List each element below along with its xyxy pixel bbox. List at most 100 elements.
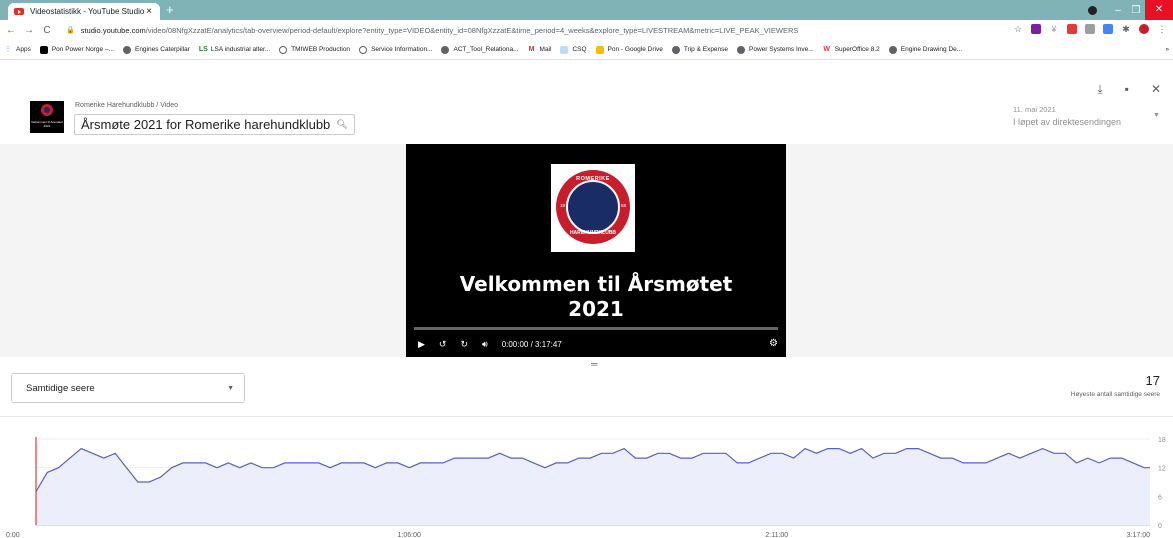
bookmark-item[interactable]: LS LSA industrial alter...	[199, 46, 270, 54]
pdf-extension-icon[interactable]	[1067, 24, 1077, 34]
new-tab-button[interactable]: +	[166, 2, 174, 17]
logo-ring-right-text: 58	[620, 203, 626, 208]
y-tick-label: 18	[1158, 437, 1166, 444]
url-path: /video/08NfgXzzatE/analytics/tab-overvie…	[145, 25, 799, 35]
maximize-icon[interactable]: ❐	[1127, 5, 1145, 16]
x-tick-label: 0:00	[6, 532, 20, 538]
browser-tab-bar: Videostatistikk - YouTube Studio × + – ❐…	[0, 0, 1173, 20]
globe-icon	[737, 45, 746, 54]
bookmarks-more[interactable]: »	[1165, 46, 1169, 53]
video-frame-title-line2: 2021	[568, 297, 624, 321]
y-tick-label: 12	[1158, 466, 1166, 473]
extension-icons: ☆ ¥ ✱ ⋮	[1013, 24, 1167, 34]
resize-handle[interactable]: ═	[591, 359, 597, 369]
profile-icon[interactable]	[1088, 5, 1097, 15]
bookmark-item[interactable]: Power Systems Inve...	[737, 45, 814, 54]
player-controls: ▶ ↺ ↻ 🔊︎ 0:00:00 / 3:17:47	[418, 339, 562, 350]
bookmark-item[interactable]: Engine Drawing De...	[888, 45, 962, 54]
feedback-icon[interactable]: ▪	[1125, 82, 1129, 97]
pon-icon	[39, 45, 48, 54]
metric-selected: Samtidige seere	[26, 382, 95, 394]
tab-title: Videostatistikk - YouTube Studio	[30, 7, 144, 16]
bookmark-item[interactable]: Pon - Google Drive	[595, 45, 663, 54]
video-player[interactable]: ROMERIKE 19 58 HAREHUNDKLUBB Velkommen t…	[406, 144, 786, 357]
globe-icon	[441, 45, 450, 54]
breadcrumb[interactable]: Romerike Harehundklubb / Video	[75, 102, 178, 109]
volume-icon[interactable]: 🔊︎	[482, 339, 488, 350]
globe-icon	[122, 45, 131, 54]
video-frame-title: Velkommen til Årsmøtet 2021	[406, 272, 786, 322]
video-title: Årsmøte 2021 for Romerike harehundklubb	[81, 117, 331, 132]
bookmark-item[interactable]: M Mail	[528, 46, 552, 54]
forward-icon[interactable]: →	[22, 25, 36, 36]
globe-icon	[888, 45, 897, 54]
address-bar-row: ← → C 🔒 studio.youtube.com/video/08NfgXz…	[0, 20, 1173, 40]
tab-close-icon[interactable]: ×	[144, 6, 154, 17]
kpi-value: 17	[1145, 373, 1160, 388]
bookmark-item[interactable]: TMIWEB Production	[279, 45, 350, 54]
puzzle-icon[interactable]: ✱	[1121, 24, 1131, 34]
download-icon[interactable]: ⤓	[1097, 82, 1102, 97]
bookmark-item[interactable]: ACT_Tool_Relationa...	[441, 45, 519, 54]
kpi-label: Høyeste antall samtidige seere	[1070, 391, 1160, 398]
video-title-selector[interactable]: Årsmøte 2021 for Romerike harehundklubb …	[74, 114, 355, 135]
close-window-icon[interactable]: ✕	[1145, 0, 1173, 20]
menu-icon[interactable]: ⋮	[1157, 24, 1167, 34]
period-date: 11. mai 2021	[1013, 105, 1056, 114]
web-icon	[359, 45, 368, 54]
x-tick-label: 3:17:00	[1127, 532, 1150, 538]
progress-bar[interactable]	[414, 327, 778, 330]
forward-icon[interactable]: ↻	[460, 339, 468, 350]
profile-avatar-icon[interactable]	[1139, 24, 1149, 34]
search-icon[interactable]: 🔍︎	[336, 119, 347, 130]
thumbnail-logo	[41, 104, 53, 116]
apps-grid-icon: ⋮	[4, 45, 12, 53]
chevron-down-icon[interactable]: ▼	[1153, 112, 1160, 119]
club-logo: ROMERIKE 19 58 HAREHUNDKLUBB	[551, 164, 635, 252]
logo-ring-left-text: 19	[560, 203, 566, 208]
metric-dropdown[interactable]: Samtidige seere ▼	[11, 373, 245, 403]
video-thumbnail[interactable]: Velkommen til Årsmøtet 2021	[30, 101, 64, 133]
back-icon[interactable]: ←	[4, 25, 18, 36]
extension-icon[interactable]: ¥	[1049, 24, 1059, 34]
logo-ring: ROMERIKE 19 58 HAREHUNDKLUBB	[556, 170, 630, 244]
minimize-icon[interactable]: –	[1109, 5, 1127, 16]
gear-icon[interactable]: ⚙	[769, 338, 778, 349]
extension-icon[interactable]	[1085, 24, 1095, 34]
youtube-icon	[14, 8, 24, 15]
reload-icon[interactable]: C	[40, 25, 54, 36]
bookmark-item[interactable]: Service Information...	[359, 45, 432, 54]
bookmark-apps[interactable]: ⋮ Apps	[4, 46, 31, 54]
divider	[0, 416, 1173, 417]
ls-icon: LS	[198, 45, 208, 53]
google-drive-icon	[595, 45, 604, 54]
superoffice-icon: W	[823, 45, 830, 53]
y-tick-label: 6	[1158, 494, 1162, 501]
gmail-icon: M	[528, 45, 535, 53]
bookmark-item[interactable]: Trip & Expense	[671, 45, 728, 54]
doc-icon	[560, 45, 569, 54]
header-actions: ⤓ ▪ ✕	[1097, 82, 1161, 97]
chevron-down-icon: ▼	[227, 384, 234, 392]
logo-ring-bottom-text: HAREHUNDKLUBB	[569, 230, 617, 236]
globe-icon	[671, 45, 680, 54]
browser-tab[interactable]: Videostatistikk - YouTube Studio ×	[8, 3, 160, 20]
rewind-icon[interactable]: ↺	[439, 339, 447, 350]
url-host: studio.youtube.com	[80, 25, 146, 35]
bookmark-item[interactable]: Engines Caterpillar	[122, 45, 190, 54]
bookmark-item[interactable]: W SuperOffice 8.2	[823, 45, 879, 54]
window-controls: – ❐ ✕	[1088, 0, 1173, 20]
extension-icon[interactable]	[1031, 24, 1041, 34]
web-icon	[279, 45, 288, 54]
star-icon[interactable]: ☆	[1013, 24, 1023, 34]
close-icon[interactable]: ✕	[1151, 82, 1161, 97]
extension-icon[interactable]	[1103, 24, 1113, 34]
concurrent-viewers-chart[interactable]: 0 6 12 18 0:00 1:06:00 2:11:00 3:17:00	[0, 425, 1173, 538]
period-selector[interactable]: I løpet av direktesendingen	[1013, 117, 1121, 127]
bookmark-item[interactable]: CSQ	[560, 45, 587, 54]
url-input[interactable]: 🔒 studio.youtube.com/video/08NfgXzzatE/a…	[66, 26, 798, 35]
bookmark-item[interactable]: Pon Power Norge –...	[39, 45, 114, 54]
thumbnail-text: Velkommen til Årsmøtet 2021	[31, 120, 63, 128]
video-frame-title-line1: Velkommen til Årsmøtet	[459, 272, 733, 296]
play-icon[interactable]: ▶	[418, 339, 425, 350]
